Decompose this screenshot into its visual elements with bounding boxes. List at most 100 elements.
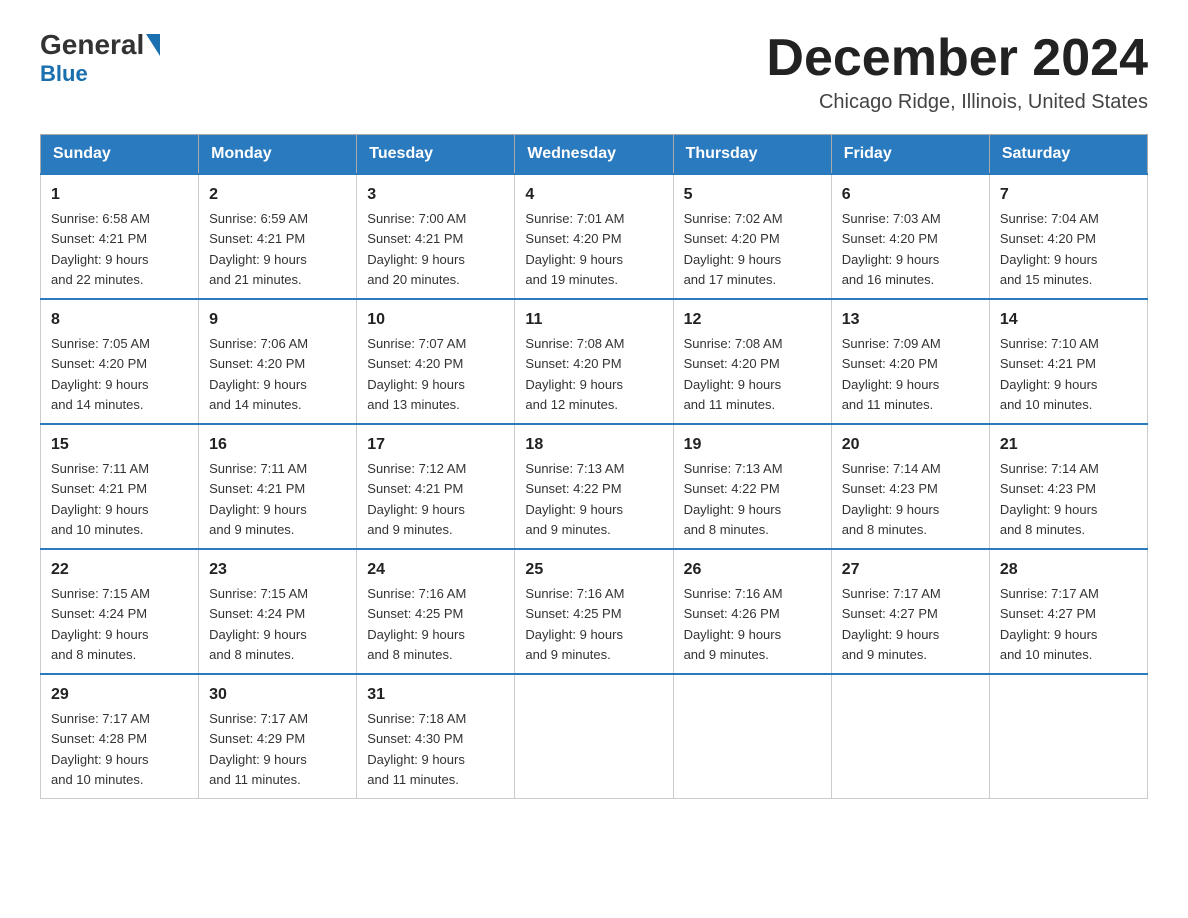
day-info: Sunrise: 7:06 AMSunset: 4:20 PMDaylight:… — [209, 336, 308, 412]
day-info: Sunrise: 7:14 AMSunset: 4:23 PMDaylight:… — [1000, 461, 1099, 537]
day-info: Sunrise: 7:18 AMSunset: 4:30 PMDaylight:… — [367, 711, 466, 787]
day-info: Sunrise: 7:09 AMSunset: 4:20 PMDaylight:… — [842, 336, 941, 412]
day-info: Sunrise: 7:13 AMSunset: 4:22 PMDaylight:… — [525, 461, 624, 537]
day-cell-31: 31 Sunrise: 7:18 AMSunset: 4:30 PMDaylig… — [357, 674, 515, 799]
col-header-saturday: Saturday — [989, 135, 1147, 175]
day-number: 29 — [51, 683, 188, 707]
day-info: Sunrise: 7:11 AMSunset: 4:21 PMDaylight:… — [51, 461, 149, 537]
day-number: 21 — [1000, 433, 1137, 457]
week-row-3: 15 Sunrise: 7:11 AMSunset: 4:21 PMDaylig… — [41, 424, 1148, 549]
day-cell-6: 6 Sunrise: 7:03 AMSunset: 4:20 PMDayligh… — [831, 174, 989, 299]
day-info: Sunrise: 7:10 AMSunset: 4:21 PMDaylight:… — [1000, 336, 1099, 412]
col-header-sunday: Sunday — [41, 135, 199, 175]
week-row-4: 22 Sunrise: 7:15 AMSunset: 4:24 PMDaylig… — [41, 549, 1148, 674]
logo-triangle-icon — [146, 34, 160, 56]
day-cell-2: 2 Sunrise: 6:59 AMSunset: 4:21 PMDayligh… — [199, 174, 357, 299]
day-number: 28 — [1000, 558, 1137, 582]
empty-day-cell — [673, 674, 831, 799]
day-info: Sunrise: 7:17 AMSunset: 4:27 PMDaylight:… — [842, 586, 941, 662]
day-number: 1 — [51, 183, 188, 207]
day-cell-19: 19 Sunrise: 7:13 AMSunset: 4:22 PMDaylig… — [673, 424, 831, 549]
day-info: Sunrise: 7:17 AMSunset: 4:29 PMDaylight:… — [209, 711, 308, 787]
week-row-1: 1 Sunrise: 6:58 AMSunset: 4:21 PMDayligh… — [41, 174, 1148, 299]
day-info: Sunrise: 7:13 AMSunset: 4:22 PMDaylight:… — [684, 461, 783, 537]
day-info: Sunrise: 7:02 AMSunset: 4:20 PMDaylight:… — [684, 211, 783, 287]
day-cell-8: 8 Sunrise: 7:05 AMSunset: 4:20 PMDayligh… — [41, 299, 199, 424]
day-info: Sunrise: 7:15 AMSunset: 4:24 PMDaylight:… — [209, 586, 308, 662]
day-number: 4 — [525, 183, 662, 207]
day-number: 24 — [367, 558, 504, 582]
week-row-5: 29 Sunrise: 7:17 AMSunset: 4:28 PMDaylig… — [41, 674, 1148, 799]
day-info: Sunrise: 7:03 AMSunset: 4:20 PMDaylight:… — [842, 211, 941, 287]
logo-blue-text: Blue — [40, 61, 88, 87]
empty-day-cell — [989, 674, 1147, 799]
day-number: 30 — [209, 683, 346, 707]
day-number: 31 — [367, 683, 504, 707]
day-cell-25: 25 Sunrise: 7:16 AMSunset: 4:25 PMDaylig… — [515, 549, 673, 674]
day-info: Sunrise: 7:05 AMSunset: 4:20 PMDaylight:… — [51, 336, 150, 412]
day-cell-4: 4 Sunrise: 7:01 AMSunset: 4:20 PMDayligh… — [515, 174, 673, 299]
day-info: Sunrise: 7:07 AMSunset: 4:20 PMDaylight:… — [367, 336, 466, 412]
col-header-tuesday: Tuesday — [357, 135, 515, 175]
day-info: Sunrise: 7:17 AMSunset: 4:27 PMDaylight:… — [1000, 586, 1099, 662]
day-cell-24: 24 Sunrise: 7:16 AMSunset: 4:25 PMDaylig… — [357, 549, 515, 674]
empty-day-cell — [831, 674, 989, 799]
day-cell-29: 29 Sunrise: 7:17 AMSunset: 4:28 PMDaylig… — [41, 674, 199, 799]
day-number: 10 — [367, 308, 504, 332]
day-info: Sunrise: 7:16 AMSunset: 4:25 PMDaylight:… — [525, 586, 624, 662]
day-cell-5: 5 Sunrise: 7:02 AMSunset: 4:20 PMDayligh… — [673, 174, 831, 299]
day-number: 11 — [525, 308, 662, 332]
day-cell-1: 1 Sunrise: 6:58 AMSunset: 4:21 PMDayligh… — [41, 174, 199, 299]
day-number: 6 — [842, 183, 979, 207]
day-number: 16 — [209, 433, 346, 457]
day-number: 18 — [525, 433, 662, 457]
day-cell-17: 17 Sunrise: 7:12 AMSunset: 4:21 PMDaylig… — [357, 424, 515, 549]
day-cell-27: 27 Sunrise: 7:17 AMSunset: 4:27 PMDaylig… — [831, 549, 989, 674]
day-number: 12 — [684, 308, 821, 332]
day-number: 19 — [684, 433, 821, 457]
day-number: 5 — [684, 183, 821, 207]
day-info: Sunrise: 7:11 AMSunset: 4:21 PMDaylight:… — [209, 461, 307, 537]
title-area: December 2024 Chicago Ridge, Illinois, U… — [766, 30, 1148, 114]
calendar-subtitle: Chicago Ridge, Illinois, United States — [766, 91, 1148, 114]
day-cell-9: 9 Sunrise: 7:06 AMSunset: 4:20 PMDayligh… — [199, 299, 357, 424]
empty-day-cell — [515, 674, 673, 799]
day-info: Sunrise: 7:12 AMSunset: 4:21 PMDaylight:… — [367, 461, 466, 537]
day-number: 27 — [842, 558, 979, 582]
day-cell-10: 10 Sunrise: 7:07 AMSunset: 4:20 PMDaylig… — [357, 299, 515, 424]
day-cell-7: 7 Sunrise: 7:04 AMSunset: 4:20 PMDayligh… — [989, 174, 1147, 299]
col-header-monday: Monday — [199, 135, 357, 175]
day-info: Sunrise: 6:59 AMSunset: 4:21 PMDaylight:… — [209, 211, 308, 287]
week-row-2: 8 Sunrise: 7:05 AMSunset: 4:20 PMDayligh… — [41, 299, 1148, 424]
day-cell-30: 30 Sunrise: 7:17 AMSunset: 4:29 PMDaylig… — [199, 674, 357, 799]
day-number: 3 — [367, 183, 504, 207]
day-number: 25 — [525, 558, 662, 582]
col-header-thursday: Thursday — [673, 135, 831, 175]
logo: General Blue — [40, 30, 160, 87]
day-cell-12: 12 Sunrise: 7:08 AMSunset: 4:20 PMDaylig… — [673, 299, 831, 424]
day-info: Sunrise: 7:08 AMSunset: 4:20 PMDaylight:… — [684, 336, 783, 412]
day-number: 9 — [209, 308, 346, 332]
calendar-header-row: Sunday Monday Tuesday Wednesday Thursday… — [41, 135, 1148, 175]
logo-general-text: General — [40, 30, 144, 61]
day-cell-13: 13 Sunrise: 7:09 AMSunset: 4:20 PMDaylig… — [831, 299, 989, 424]
day-number: 17 — [367, 433, 504, 457]
day-cell-11: 11 Sunrise: 7:08 AMSunset: 4:20 PMDaylig… — [515, 299, 673, 424]
day-cell-23: 23 Sunrise: 7:15 AMSunset: 4:24 PMDaylig… — [199, 549, 357, 674]
day-number: 26 — [684, 558, 821, 582]
day-number: 15 — [51, 433, 188, 457]
day-cell-26: 26 Sunrise: 7:16 AMSunset: 4:26 PMDaylig… — [673, 549, 831, 674]
day-info: Sunrise: 7:16 AMSunset: 4:25 PMDaylight:… — [367, 586, 466, 662]
day-cell-3: 3 Sunrise: 7:00 AMSunset: 4:21 PMDayligh… — [357, 174, 515, 299]
day-cell-22: 22 Sunrise: 7:15 AMSunset: 4:24 PMDaylig… — [41, 549, 199, 674]
col-header-wednesday: Wednesday — [515, 135, 673, 175]
col-header-friday: Friday — [831, 135, 989, 175]
day-cell-16: 16 Sunrise: 7:11 AMSunset: 4:21 PMDaylig… — [199, 424, 357, 549]
day-number: 20 — [842, 433, 979, 457]
day-number: 7 — [1000, 183, 1137, 207]
day-cell-28: 28 Sunrise: 7:17 AMSunset: 4:27 PMDaylig… — [989, 549, 1147, 674]
page-header: General Blue December 2024 Chicago Ridge… — [40, 30, 1148, 114]
calendar-title: December 2024 — [766, 30, 1148, 87]
day-number: 13 — [842, 308, 979, 332]
day-cell-21: 21 Sunrise: 7:14 AMSunset: 4:23 PMDaylig… — [989, 424, 1147, 549]
